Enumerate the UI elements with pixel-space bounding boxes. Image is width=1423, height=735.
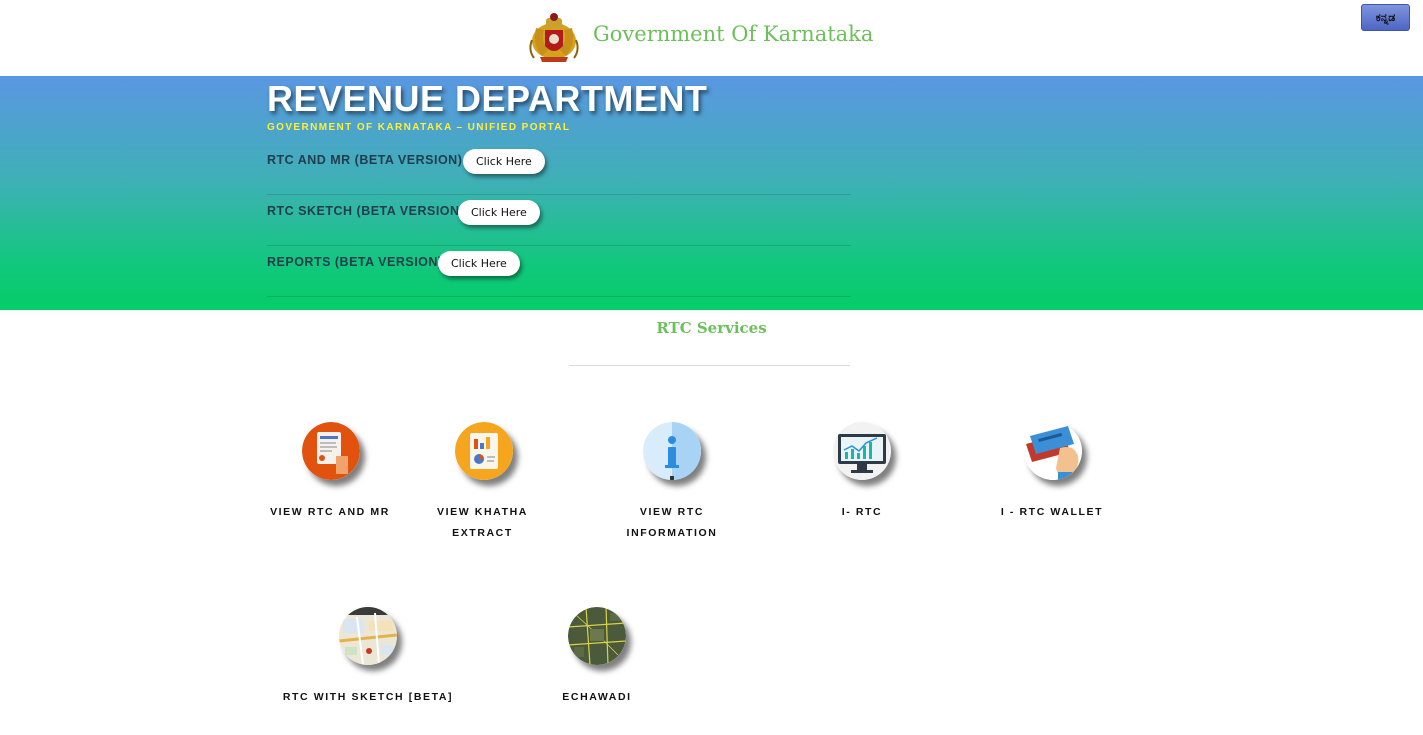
click-here-button[interactable]: Click Here bbox=[438, 251, 520, 276]
link-row-rtc-sketch: RTC SKETCH (BETA VERSION) Click Here bbox=[267, 195, 851, 246]
service-label: VIEW RTC INFORMATION bbox=[626, 506, 718, 539]
wallet-card-icon bbox=[1024, 422, 1082, 480]
map-icon bbox=[339, 607, 397, 665]
department-title: REVENUE DEPARTMENT bbox=[267, 78, 708, 119]
service-label: ECHAWADI bbox=[562, 691, 632, 703]
report-chart-icon bbox=[455, 422, 513, 480]
link-row-reports: REPORTS (BETA VERSION) Click Here bbox=[267, 246, 851, 297]
department-subtitle: GOVERNMENT OF KARNATAKA – UNIFIED PORTAL bbox=[267, 122, 571, 133]
divider bbox=[569, 365, 850, 366]
karnataka-emblem-icon bbox=[529, 13, 579, 62]
monitor-chart-icon bbox=[833, 422, 891, 480]
service-label: VIEW RTC AND MR bbox=[270, 506, 390, 518]
click-here-button[interactable]: Click Here bbox=[463, 149, 545, 174]
service-echawadi[interactable]: ECHAWADI bbox=[552, 605, 642, 715]
language-toggle-button[interactable]: ಕನ್ನಡ bbox=[1361, 4, 1410, 31]
service-rtc-with-sketch[interactable]: RTC WITH SKETCH [BETA] bbox=[280, 605, 456, 715]
services-title: RTC Services bbox=[656, 319, 767, 337]
service-label: RTC WITH SKETCH [BETA] bbox=[282, 691, 454, 703]
click-here-button[interactable]: Click Here bbox=[458, 200, 540, 225]
link-label: REPORTS (BETA VERSION) bbox=[267, 255, 443, 269]
link-label: RTC AND MR (BETA VERSION) bbox=[267, 153, 463, 167]
service-view-rtc-information[interactable]: VIEW RTC INFORMATION bbox=[613, 420, 731, 550]
service-label: I - RTC WALLET bbox=[1000, 506, 1104, 518]
service-label: VIEW KHATHA EXTRACT bbox=[437, 506, 528, 539]
info-icon bbox=[643, 422, 701, 480]
link-label: RTC SKETCH (BETA VERSION) bbox=[267, 204, 465, 218]
service-label: I- RTC bbox=[841, 506, 883, 518]
hero-banner: REVENUE DEPARTMENT GOVERNMENT OF KARNATA… bbox=[0, 76, 1423, 310]
service-i-rtc-wallet[interactable]: I - RTC WALLET bbox=[992, 420, 1112, 530]
service-i-rtc[interactable]: I- RTC bbox=[812, 420, 912, 530]
cadastral-map-icon bbox=[568, 607, 626, 665]
government-title: Government Of Karnataka bbox=[593, 22, 874, 46]
link-row-rtc-mr: RTC AND MR (BETA VERSION) Click Here bbox=[267, 144, 851, 195]
document-icon bbox=[302, 422, 360, 480]
service-view-khatha-extract[interactable]: VIEW KHATHA EXTRACT bbox=[425, 420, 540, 550]
service-view-rtc-mr[interactable]: VIEW RTC AND MR bbox=[270, 420, 390, 550]
top-header: Government Of Karnataka ಕನ್ನಡ bbox=[0, 0, 1423, 76]
